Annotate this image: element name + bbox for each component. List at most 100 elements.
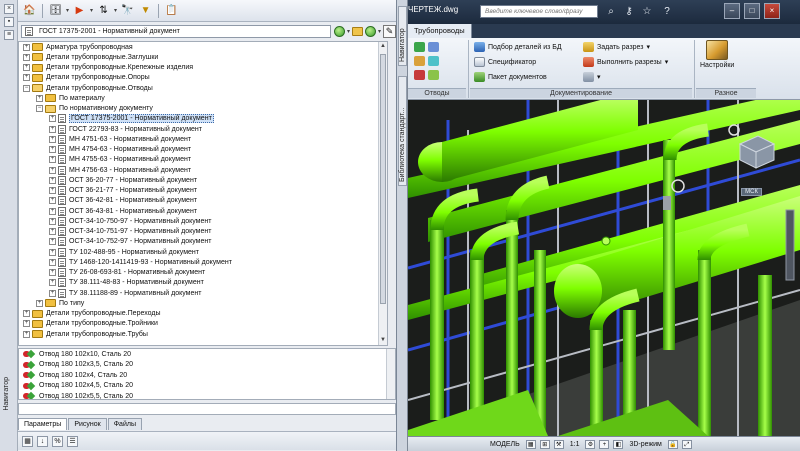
- workspace-icon[interactable]: ◧: [613, 439, 624, 449]
- sort-icon[interactable]: ⇅: [96, 3, 111, 18]
- annotation-scale-icon[interactable]: ⚒: [553, 439, 564, 449]
- expand-icon[interactable]: +: [23, 330, 30, 338]
- tree-scrollbar[interactable]: ▲ ▼: [378, 42, 387, 345]
- workspace-mode[interactable]: 3D-режим: [625, 441, 665, 448]
- tree-node[interactable]: + ТУ 102-488-95 - Нормативный документ: [19, 247, 387, 257]
- wcs-label[interactable]: МСК: [741, 188, 762, 196]
- key-icon[interactable]: ⚷: [622, 5, 636, 18]
- percent-icon[interactable]: %: [52, 435, 63, 447]
- tab-picture[interactable]: Рисунок: [68, 418, 107, 430]
- expand-icon[interactable]: +: [49, 166, 56, 174]
- tab-files[interactable]: Файлы: [107, 418, 142, 430]
- expand-icon[interactable]: +: [49, 115, 56, 123]
- tree-node[interactable]: + Детали трубопроводные.Заглушки: [19, 52, 387, 62]
- minimize-button[interactable]: –: [724, 3, 740, 19]
- tree-node[interactable]: + ОСТ-34-10-750-97 - Нормативный документ: [19, 216, 387, 226]
- expand-icon[interactable]: +: [23, 64, 30, 72]
- tree-node[interactable]: + По материалу: [19, 93, 387, 103]
- tree-node[interactable]: + ОСТ-34-10-752-97 - Нормативный документ: [19, 237, 387, 247]
- pencil-icon[interactable]: ✎: [383, 24, 396, 38]
- expand-icon[interactable]: +: [49, 258, 56, 266]
- settings-button[interactable]: Настройки: [700, 40, 734, 69]
- filter-icon[interactable]: ▼: [138, 3, 153, 18]
- set-section-button[interactable]: Задать разрез ▾: [583, 42, 650, 52]
- tree-node[interactable]: − По нормативному документу: [19, 104, 387, 114]
- binoculars-icon[interactable]: 🔭: [120, 3, 135, 18]
- expand-icon[interactable]: +: [36, 94, 43, 102]
- tree-node[interactable]: + ТУ 1468-120-1411419-93 - Нормативный до…: [19, 257, 387, 267]
- expand-icon[interactable]: +: [36, 299, 43, 307]
- tree-node[interactable]: + ТУ 38.111-48-83 - Нормативный документ: [19, 278, 387, 288]
- expand-icon[interactable]: +: [23, 53, 30, 61]
- tree-node[interactable]: + ОСТ 36-21-77 - Нормативный документ: [19, 186, 387, 196]
- expand-icon[interactable]: +: [49, 207, 56, 215]
- tab-parameters[interactable]: Параметры: [18, 418, 68, 430]
- list-item[interactable]: Отвод 180 102х5,5, Сталь 20: [19, 391, 395, 399]
- model-toggle[interactable]: МОДЕЛЬ: [486, 441, 524, 448]
- tree-node[interactable]: + МН 4755-63 - Нормативный документ: [19, 155, 387, 165]
- refresh-icon[interactable]: [364, 25, 376, 37]
- expand-icon[interactable]: +: [23, 74, 30, 82]
- expand-icon[interactable]: +: [49, 187, 56, 195]
- maximize-button[interactable]: □: [744, 3, 760, 19]
- sort-az-icon[interactable]: ↓: [37, 435, 48, 447]
- scrollbar-thumb[interactable]: [380, 54, 386, 304]
- bend-tool-button-2[interactable]: [414, 56, 439, 66]
- list-item[interactable]: Отвод 180 102х4, Сталь 20: [19, 370, 395, 381]
- expand-icon[interactable]: +: [49, 217, 56, 225]
- close-button[interactable]: ×: [764, 3, 780, 19]
- scroll-down-icon[interactable]: ▼: [379, 336, 387, 345]
- pipeline-model[interactable]: [408, 100, 800, 436]
- tree-node[interactable]: + ОСТ 36-20-77 - Нормативный документ: [19, 175, 387, 185]
- tree-node[interactable]: + МН 4754-63 - Нормативный документ: [19, 145, 387, 155]
- search-input[interactable]: Введите ключевое слово/фразу: [480, 5, 598, 18]
- tree-node[interactable]: + ОСТ 36-42-81 - Нормативный документ: [19, 196, 387, 206]
- parts-from-db-button[interactable]: Подбор деталей из БД: [474, 42, 562, 52]
- tree-node[interactable]: + ГОСТ 22793-83 - Нормативный документ: [19, 124, 387, 134]
- doc-package-button[interactable]: Пакет документов: [474, 72, 547, 82]
- tree-node[interactable]: + ОСТ 36-43-81 - Нормативный документ: [19, 206, 387, 216]
- expand-icon[interactable]: +: [49, 197, 56, 205]
- catalog-tree[interactable]: + Арматура трубопроводная + Детали трубопро…: [18, 41, 388, 346]
- expand-icon[interactable]: +: [49, 279, 56, 287]
- menu-icon[interactable]: ≡: [4, 30, 14, 40]
- parts-scrollbar[interactable]: [386, 349, 395, 399]
- folder-icon[interactable]: [351, 26, 363, 36]
- run-sections-button[interactable]: Выполнить разрезы ▾: [583, 57, 668, 67]
- tree-node[interactable]: + МН 4751-63 - Нормативный документ: [19, 134, 387, 144]
- collapse-icon[interactable]: −: [23, 84, 30, 92]
- plus-icon[interactable]: +: [599, 439, 610, 449]
- close-icon[interactable]: ×: [4, 4, 14, 14]
- list-item[interactable]: Отвод 180 102х4,5, Сталь 20: [19, 381, 395, 392]
- expand-icon[interactable]: +: [49, 135, 56, 143]
- home-icon[interactable]: 🏠: [22, 3, 37, 18]
- expand-icon[interactable]: +: [49, 125, 56, 133]
- expand-icon[interactable]: +: [49, 289, 56, 297]
- lock-icon[interactable]: 🔒: [667, 439, 678, 449]
- play-icon[interactable]: ▶: [72, 3, 87, 18]
- expand-icon[interactable]: +: [49, 156, 56, 164]
- gear-icon[interactable]: ⚙: [585, 439, 596, 449]
- properties-icon[interactable]: 📋: [164, 3, 179, 18]
- list-item[interactable]: Отвод 180 102х3,5, Сталь 20: [19, 360, 395, 371]
- tab-pipelines[interactable]: Трубопроводы: [408, 24, 472, 38]
- property-field[interactable]: [18, 403, 396, 415]
- tree-node[interactable]: + Детали трубопроводные.Тройники: [19, 319, 387, 329]
- grid-icon[interactable]: ▦: [22, 435, 33, 447]
- expand-icon[interactable]: +: [49, 269, 56, 277]
- scroll-up-icon[interactable]: ▲: [379, 42, 387, 51]
- bend-tool-button[interactable]: [414, 42, 439, 52]
- database-icon[interactable]: 🗄: [48, 3, 63, 18]
- expand-icon[interactable]: +: [49, 248, 56, 256]
- tab-standard-library[interactable]: Библиотека стандарт...: [398, 76, 407, 186]
- scale-value[interactable]: 1:1: [566, 441, 584, 448]
- expand-icon[interactable]: +: [49, 176, 56, 184]
- specification-button[interactable]: Спецификатор: [474, 57, 536, 67]
- tree-node[interactable]: + МН 4756-63 - Нормативный документ: [19, 165, 387, 175]
- expand-icon[interactable]: +: [23, 320, 30, 328]
- parts-list[interactable]: Отвод 180 102х10, Сталь 20 Отвод 180 102х…: [18, 348, 396, 400]
- tree-node[interactable]: + Детали трубопроводные.Крепежные изделия: [19, 63, 387, 73]
- star-icon[interactable]: ☆: [640, 5, 654, 18]
- tree-node[interactable]: + ГОСТ 17375-2001 - Нормативный документ: [19, 114, 387, 124]
- tree-node[interactable]: + Детали трубопроводные.Трубы: [19, 329, 387, 339]
